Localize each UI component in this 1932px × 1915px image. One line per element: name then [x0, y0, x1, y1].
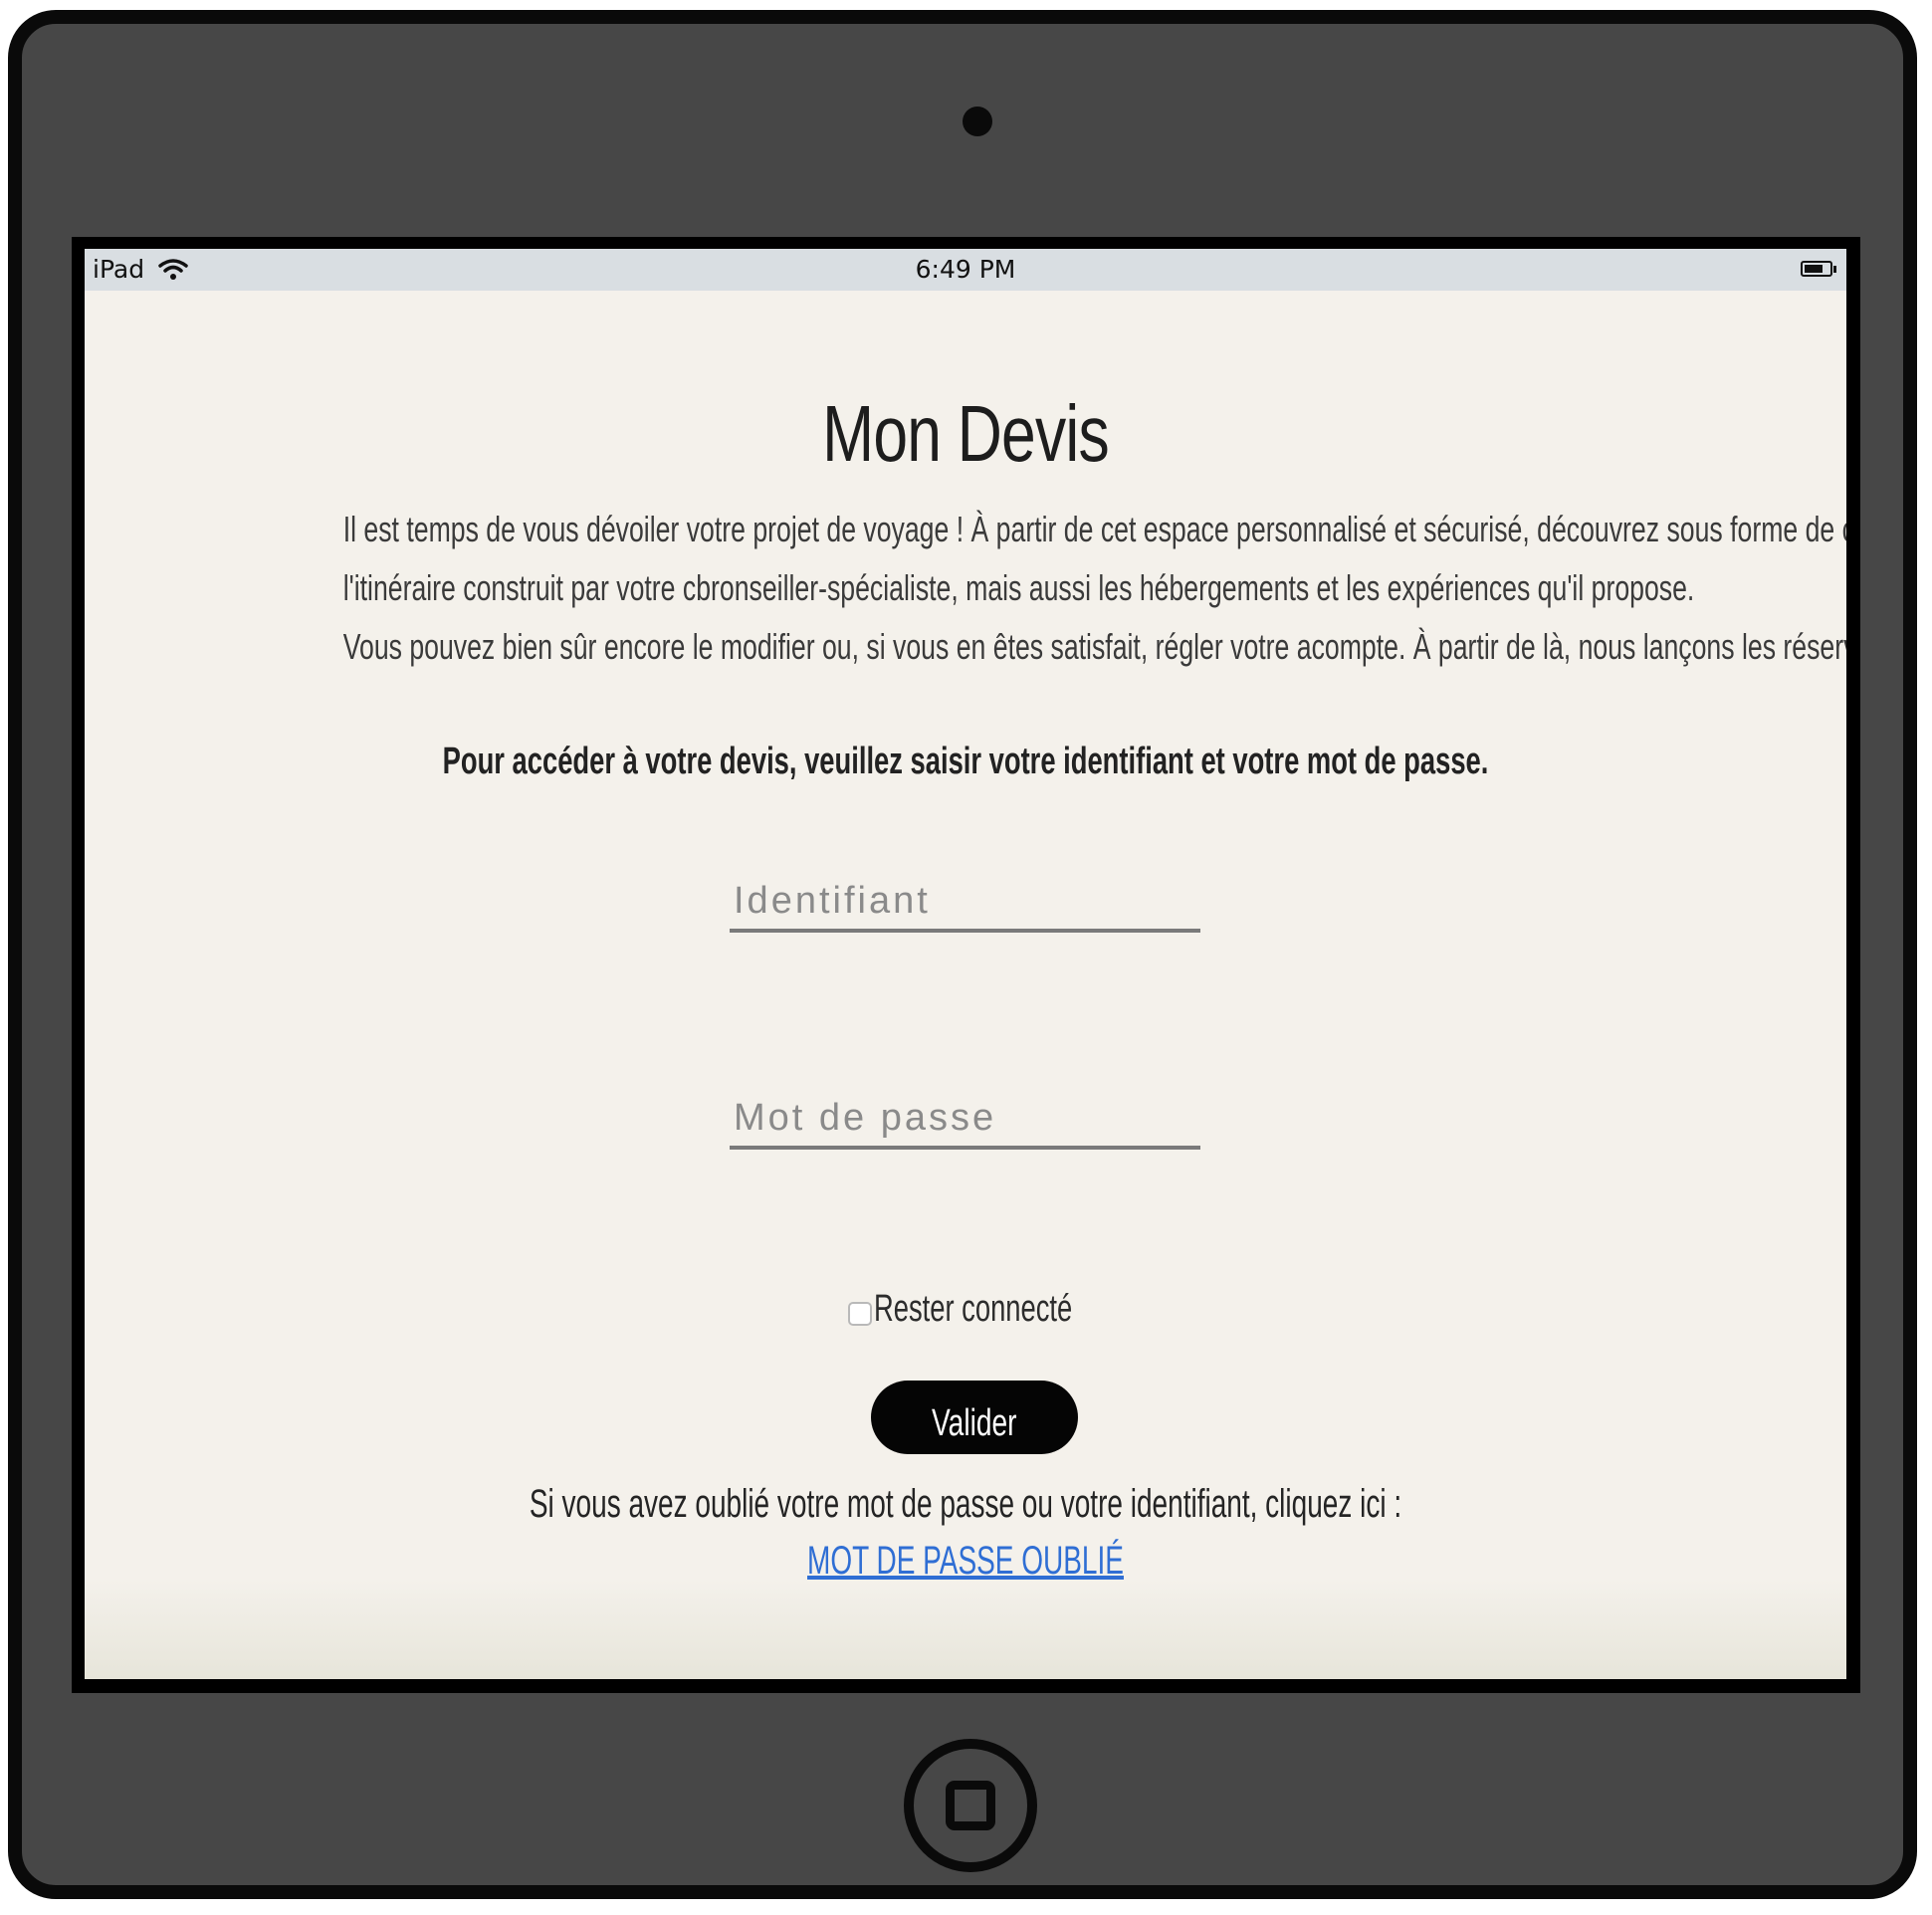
forgot-text: Si vous avez oublié votre mot de passe o…: [529, 1482, 1402, 1526]
battery-icon: [1801, 261, 1836, 277]
remember-label: Rester connecté: [874, 1288, 1073, 1330]
identifiant-input[interactable]: [730, 880, 1200, 933]
screen: iPad 6:49 PM Mon Devis Il est temps de v…: [85, 249, 1846, 1679]
intro-line: Il est temps de vous dévoiler votre proj…: [342, 509, 1846, 549]
submit-label: Valider: [932, 1401, 1017, 1444]
login-instruction: Pour accéder à votre devis, veuillez sai…: [442, 741, 1489, 782]
status-time: 6:49 PM: [915, 255, 1016, 284]
intro-text: Il est temps de vous dévoiler votre proj…: [342, 500, 1846, 676]
home-square-icon: [946, 1781, 995, 1830]
intro-line: Vous pouvez bien sûr encore le modifier …: [342, 626, 1846, 667]
status-bar: iPad 6:49 PM: [85, 249, 1846, 291]
bottom-fade: [85, 1580, 1846, 1679]
submit-button[interactable]: Valider: [871, 1381, 1078, 1454]
camera-icon: [963, 106, 992, 136]
remember-me[interactable]: Rester connecté: [85, 1288, 1846, 1331]
forgot-password-link[interactable]: MOT DE PASSE OUBLIÉ: [349, 1539, 1583, 1584]
home-button[interactable]: [904, 1739, 1037, 1872]
password-input[interactable]: [730, 1097, 1200, 1150]
remember-checkbox[interactable]: [848, 1301, 872, 1326]
intro-line: l'itinéraire construit par votre cbronse…: [342, 567, 1695, 608]
page-title: Mon Devis: [822, 389, 1110, 478]
